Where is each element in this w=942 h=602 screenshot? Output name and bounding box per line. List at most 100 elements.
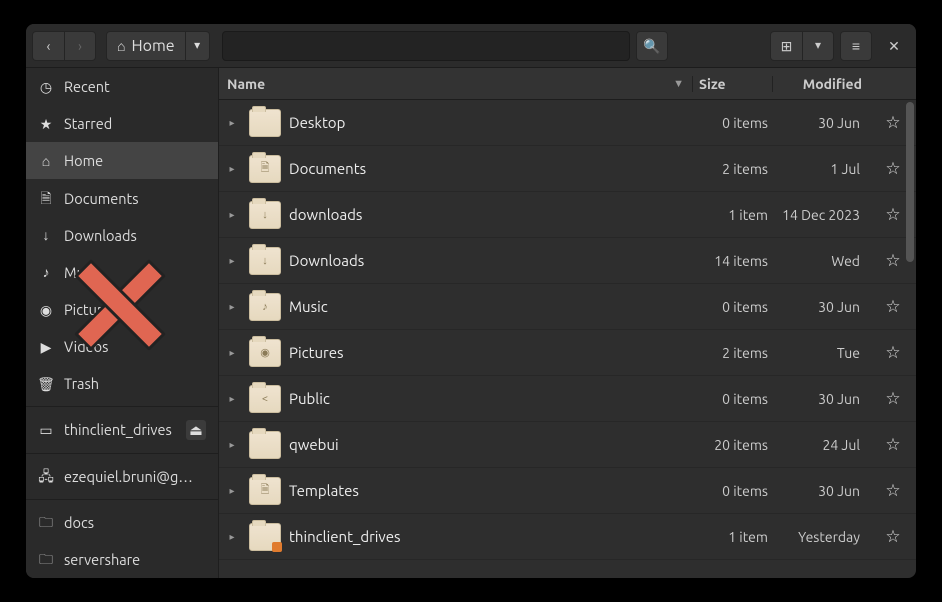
- disclosure-triangle-icon[interactable]: ▸: [223, 163, 241, 175]
- column-header-size[interactable]: Size: [692, 76, 772, 92]
- net-icon: 🖧: [38, 469, 54, 483]
- video-icon: ▶: [38, 340, 54, 354]
- sidebar-item-home[interactable]: ⌂Home: [26, 142, 218, 179]
- file-name: Downloads: [289, 252, 692, 269]
- sidebar-item-starred[interactable]: ★Starred: [26, 105, 218, 142]
- close-icon: ✕: [888, 39, 900, 53]
- file-row[interactable]: ▸◉Pictures2 itemsTue☆: [219, 330, 916, 376]
- sidebar-item-label: Recent: [64, 78, 206, 95]
- doc-icon: 🗎: [38, 191, 54, 205]
- disclosure-triangle-icon[interactable]: ▸: [223, 255, 241, 267]
- sidebar-item-recent[interactable]: ◷ Recent: [26, 68, 218, 105]
- clock-icon: ◷: [38, 80, 54, 94]
- file-row[interactable]: ▸🗎Templates0 items30 Jun☆: [219, 468, 916, 514]
- view-options-button[interactable]: ▾: [802, 31, 834, 61]
- sidebar-item-downloads[interactable]: ↓Downloads: [26, 217, 218, 254]
- eject-button[interactable]: ⏏: [186, 420, 206, 440]
- caret-down-icon: ▾: [815, 40, 821, 52]
- search-button[interactable]: 🔍: [636, 31, 668, 61]
- folder-icon: [249, 523, 281, 551]
- column-header-modified[interactable]: Modified: [772, 76, 870, 92]
- folder-icon: 🗎: [249, 155, 281, 183]
- file-list[interactable]: ▸Desktop0 items30 Jun☆▸🗎Documents2 items…: [219, 100, 916, 578]
- disclosure-triangle-icon[interactable]: ▸: [223, 393, 241, 405]
- disclosure-triangle-icon[interactable]: ▸: [223, 209, 241, 221]
- grid-view-button[interactable]: ⊞: [770, 31, 802, 61]
- file-list-pane: Name ▼ Size Modified ▸Desktop0 items30 J…: [219, 68, 916, 578]
- chevron-right-icon: ›: [78, 39, 82, 53]
- search-input[interactable]: [222, 31, 630, 61]
- close-button[interactable]: ✕: [878, 31, 910, 61]
- sidebar-item-docs[interactable]: 🗀docs: [26, 504, 218, 541]
- disclosure-triangle-icon[interactable]: ▸: [223, 301, 241, 313]
- file-size: 0 items: [692, 299, 772, 315]
- file-size: 0 items: [692, 115, 772, 131]
- file-modified: 14 Dec 2023: [772, 207, 870, 223]
- file-size: 0 items: [692, 483, 772, 499]
- file-row[interactable]: ▸thinclient_drives1 itemYesterday☆: [219, 514, 916, 560]
- folder-icon: ↓: [249, 201, 281, 229]
- file-name: qwebui: [289, 436, 692, 453]
- path-button-home[interactable]: ⌂ Home: [106, 31, 186, 61]
- file-row[interactable]: ▸qwebui20 items24 Jul☆: [219, 422, 916, 468]
- column-headers: Name ▼ Size Modified: [219, 68, 916, 100]
- file-modified: 30 Jun: [772, 483, 870, 499]
- sidebar-item-servershare[interactable]: 🗀servershare: [26, 541, 218, 578]
- file-size: 1 item: [692, 529, 772, 545]
- path-menu-button[interactable]: ▾: [186, 31, 210, 61]
- folder-icon: 🗎: [249, 477, 281, 505]
- path-bar: ⌂ Home ▾: [106, 31, 210, 61]
- file-size: 14 items: [692, 253, 772, 269]
- file-size: 0 items: [692, 391, 772, 407]
- file-row[interactable]: ▸♪Music0 items30 Jun☆: [219, 284, 916, 330]
- scrollbar-thumb[interactable]: [906, 102, 914, 262]
- file-size: 2 items: [692, 161, 772, 177]
- sidebar-item-ezequiel-bruni-g-[interactable]: 🖧 ezequiel.bruni@g…: [26, 458, 218, 495]
- header-bar: ‹ › ⌂ Home ▾ 🔍 ⊞ ▾ ≡ ✕: [26, 24, 916, 68]
- path-label: Home: [131, 37, 174, 55]
- file-row[interactable]: ▸Desktop0 items30 Jun☆: [219, 100, 916, 146]
- caret-down-icon: ▾: [194, 40, 200, 52]
- disclosure-triangle-icon[interactable]: ▸: [223, 439, 241, 451]
- file-name: Music: [289, 298, 692, 315]
- sidebar-item-label: Documents: [64, 190, 206, 207]
- disclosure-triangle-icon[interactable]: ▸: [223, 347, 241, 359]
- folder-icon: [249, 109, 281, 137]
- sidebar-item-documents[interactable]: 🗎 Documents: [26, 179, 218, 216]
- sidebar-separator: [26, 453, 218, 454]
- disclosure-triangle-icon[interactable]: ▸: [223, 531, 241, 543]
- home-icon: ⌂: [117, 39, 125, 53]
- hamburger-menu-button[interactable]: ≡: [840, 31, 872, 61]
- scrollbar[interactable]: [906, 102, 914, 576]
- file-row[interactable]: ▸<Public0 items30 Jun☆: [219, 376, 916, 422]
- back-button[interactable]: ‹: [32, 31, 64, 61]
- trash-icon: 🗑: [38, 377, 54, 391]
- sidebar-item-thinclient-drives[interactable]: ▭thinclient_drives⏏: [26, 411, 218, 448]
- file-name: Templates: [289, 482, 692, 499]
- camera-icon: ◉: [38, 303, 54, 317]
- file-row[interactable]: ▸↓Downloads14 itemsWed☆: [219, 238, 916, 284]
- column-header-name[interactable]: Name ▼: [219, 76, 692, 92]
- disclosure-triangle-icon[interactable]: ▸: [223, 485, 241, 497]
- file-size: 20 items: [692, 437, 772, 453]
- file-row[interactable]: ▸↓downloads1 item14 Dec 2023☆: [219, 192, 916, 238]
- file-row[interactable]: ▸🗎Documents2 items1 Jul☆: [219, 146, 916, 192]
- sidebar-item-label: Starred: [64, 115, 206, 132]
- sort-indicator-icon: ▼: [673, 78, 684, 90]
- chevron-left-icon: ‹: [47, 39, 51, 53]
- file-modified: 1 Jul: [772, 161, 870, 177]
- file-name: thinclient_drives: [289, 528, 692, 545]
- disclosure-triangle-icon[interactable]: ▸: [223, 117, 241, 129]
- file-modified: Wed: [772, 253, 870, 269]
- sidebar-item-label: docs: [64, 514, 206, 531]
- file-name: Public: [289, 390, 692, 407]
- sidebar-item-trash[interactable]: 🗑Trash: [26, 365, 218, 402]
- drive-icon: ▭: [38, 423, 54, 437]
- file-manager-window: ‹ › ⌂ Home ▾ 🔍 ⊞ ▾ ≡ ✕ ◷Recent★Starred⌂H…: [26, 24, 916, 578]
- sidebar-item-label: ezequiel.bruni@g…: [64, 468, 206, 485]
- forward-button[interactable]: ›: [64, 31, 96, 61]
- file-name: Pictures: [289, 344, 692, 361]
- sidebar-item-label: Home: [64, 152, 206, 169]
- grid-icon: ⊞: [781, 39, 793, 53]
- overlay-x-mark: [68, 256, 158, 346]
